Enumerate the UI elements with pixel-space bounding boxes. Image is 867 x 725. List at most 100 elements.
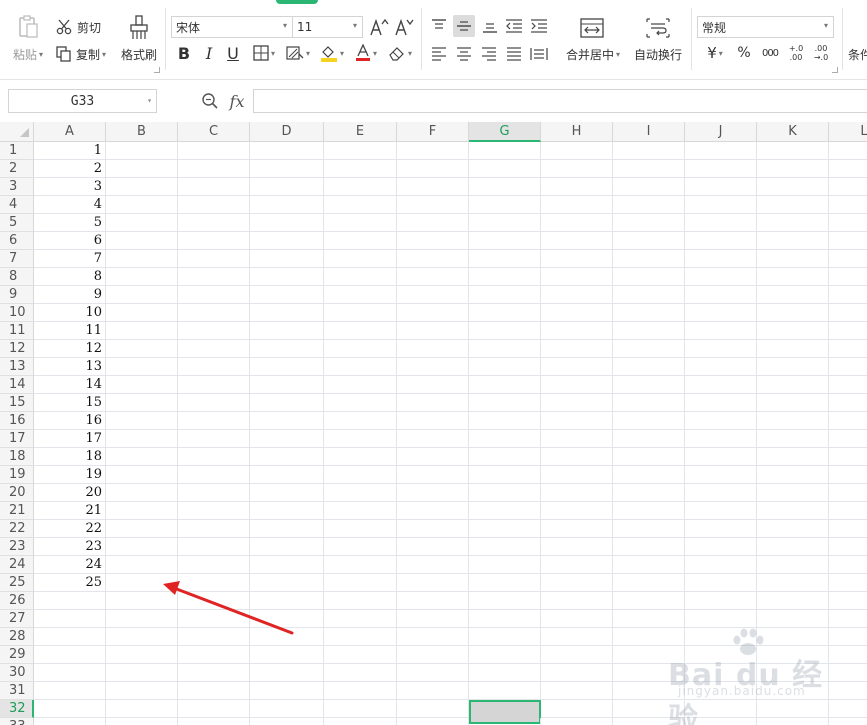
cell-b13[interactable]	[106, 358, 178, 376]
cell-f31[interactable]	[397, 682, 469, 700]
cell-l25[interactable]	[829, 574, 867, 592]
cell-e3[interactable]	[324, 178, 397, 196]
cell-f2[interactable]	[397, 160, 469, 178]
cell-d28[interactable]	[250, 628, 324, 646]
cell-b30[interactable]	[106, 664, 178, 682]
cell-b23[interactable]	[106, 538, 178, 556]
row-header-28[interactable]: 28	[0, 628, 34, 646]
cell-e1[interactable]	[324, 142, 397, 160]
cell-k20[interactable]	[757, 484, 829, 502]
cell-h30[interactable]	[541, 664, 613, 682]
align-middle-button[interactable]	[453, 15, 475, 37]
cell-c15[interactable]	[178, 394, 250, 412]
cell-a21[interactable]: 21	[34, 502, 106, 520]
cell-i24[interactable]	[613, 556, 685, 574]
italic-button[interactable]: I	[200, 43, 218, 63]
cell-e18[interactable]	[324, 448, 397, 466]
cell-c29[interactable]	[178, 646, 250, 664]
cell-e10[interactable]	[324, 304, 397, 322]
cell-f22[interactable]	[397, 520, 469, 538]
cell-k24[interactable]	[757, 556, 829, 574]
column-header-b[interactable]: B	[106, 122, 178, 142]
cell-c26[interactable]	[178, 592, 250, 610]
cell-d8[interactable]	[250, 268, 324, 286]
cell-k26[interactable]	[757, 592, 829, 610]
cell-f25[interactable]	[397, 574, 469, 592]
cell-j12[interactable]	[685, 340, 757, 358]
cell-d26[interactable]	[250, 592, 324, 610]
cell-f20[interactable]	[397, 484, 469, 502]
cell-k7[interactable]	[757, 250, 829, 268]
cell-f18[interactable]	[397, 448, 469, 466]
merge-center-icon-wrap[interactable]	[578, 16, 606, 40]
cell-g3[interactable]	[469, 178, 541, 196]
cell-d14[interactable]	[250, 376, 324, 394]
column-header-f[interactable]: F	[397, 122, 469, 142]
decrease-decimal-button[interactable]: .00 →.0	[810, 42, 832, 64]
cell-e16[interactable]	[324, 412, 397, 430]
cell-h25[interactable]	[541, 574, 613, 592]
cell-i3[interactable]	[613, 178, 685, 196]
cell-j14[interactable]	[685, 376, 757, 394]
cell-j10[interactable]	[685, 304, 757, 322]
cell-b2[interactable]	[106, 160, 178, 178]
cell-f13[interactable]	[397, 358, 469, 376]
cell-k27[interactable]	[757, 610, 829, 628]
cell-g13[interactable]	[469, 358, 541, 376]
cell-b24[interactable]	[106, 556, 178, 574]
cell-a19[interactable]: 19	[34, 466, 106, 484]
merge-center-button[interactable]: 合并居中 ▾	[562, 45, 624, 63]
cell-l24[interactable]	[829, 556, 867, 574]
cell-c22[interactable]	[178, 520, 250, 538]
cell-d30[interactable]	[250, 664, 324, 682]
column-header-e[interactable]: E	[324, 122, 397, 142]
clear-format-button[interactable]: ▾	[385, 43, 415, 63]
cell-e26[interactable]	[324, 592, 397, 610]
cell-g16[interactable]	[469, 412, 541, 430]
cell-k25[interactable]	[757, 574, 829, 592]
cell-f19[interactable]	[397, 466, 469, 484]
cell-l27[interactable]	[829, 610, 867, 628]
cell-i2[interactable]	[613, 160, 685, 178]
cell-g18[interactable]	[469, 448, 541, 466]
cell-j8[interactable]	[685, 268, 757, 286]
cell-e15[interactable]	[324, 394, 397, 412]
cell-h23[interactable]	[541, 538, 613, 556]
cell-c12[interactable]	[178, 340, 250, 358]
cell-j13[interactable]	[685, 358, 757, 376]
cell-d10[interactable]	[250, 304, 324, 322]
cell-d22[interactable]	[250, 520, 324, 538]
cell-k11[interactable]	[757, 322, 829, 340]
cell-e13[interactable]	[324, 358, 397, 376]
cell-f7[interactable]	[397, 250, 469, 268]
cell-b32[interactable]	[106, 700, 178, 718]
cell-b20[interactable]	[106, 484, 178, 502]
cell-i15[interactable]	[613, 394, 685, 412]
cell-j23[interactable]	[685, 538, 757, 556]
cell-i20[interactable]	[613, 484, 685, 502]
cell-k17[interactable]	[757, 430, 829, 448]
cell-l2[interactable]	[829, 160, 867, 178]
cell-e28[interactable]	[324, 628, 397, 646]
cell-l33[interactable]	[829, 718, 867, 725]
row-header-9[interactable]: 9	[0, 286, 34, 304]
cell-k16[interactable]	[757, 412, 829, 430]
row-header-8[interactable]: 8	[0, 268, 34, 286]
column-header-c[interactable]: C	[178, 122, 250, 142]
cell-b8[interactable]	[106, 268, 178, 286]
cell-l21[interactable]	[829, 502, 867, 520]
cell-i23[interactable]	[613, 538, 685, 556]
currency-button[interactable]: ¥ ▾	[701, 43, 729, 63]
cell-j1[interactable]	[685, 142, 757, 160]
cell-e5[interactable]	[324, 214, 397, 232]
wrap-text-button[interactable]: 自动换行	[630, 45, 686, 63]
row-header-2[interactable]: 2	[0, 160, 34, 178]
cell-c21[interactable]	[178, 502, 250, 520]
row-header-16[interactable]: 16	[0, 412, 34, 430]
cell-f12[interactable]	[397, 340, 469, 358]
row-header-20[interactable]: 20	[0, 484, 34, 502]
cell-f24[interactable]	[397, 556, 469, 574]
cell-b33[interactable]	[106, 718, 178, 725]
cell-h29[interactable]	[541, 646, 613, 664]
cell-c11[interactable]	[178, 322, 250, 340]
